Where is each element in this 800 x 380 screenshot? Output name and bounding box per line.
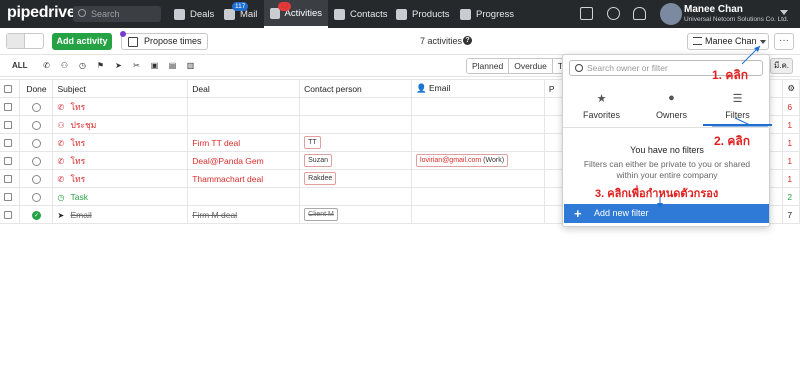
annotation-step2: 2. คลิก (714, 134, 750, 148)
annotation-step1: 1. คลิก (712, 68, 748, 82)
arrow-step2 (734, 117, 751, 126)
annotation-step3: 3. คลิกเพื่อกำหนดตัวกรอง (595, 188, 719, 200)
arrowhead-step3 (657, 203, 663, 208)
